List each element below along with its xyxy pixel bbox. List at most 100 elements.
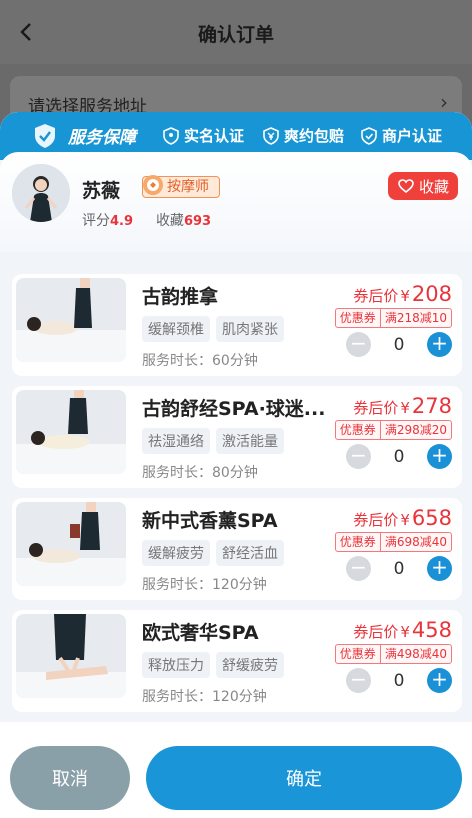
- badge-icon: [143, 175, 163, 195]
- rating-value: 4.9: [110, 214, 134, 229]
- service-duration: 服务时长：120分钟: [142, 689, 267, 705]
- service-image: [16, 390, 126, 474]
- favorites-value: 693: [183, 214, 212, 229]
- price: 券后价 ¥ 278: [353, 394, 452, 418]
- service-tags: 祛湿通络 激活能量: [142, 428, 284, 454]
- service-tag: 舒缓疲劳: [216, 652, 284, 678]
- quantity-value: 0: [393, 334, 405, 355]
- price-label: 券后价: [353, 399, 399, 417]
- plus-button[interactable]: +: [427, 444, 452, 469]
- service-name: 新中式香薰SPA: [142, 510, 278, 532]
- coupon-label: 优惠券: [339, 647, 376, 661]
- service-image: [16, 278, 126, 362]
- favorite-button[interactable]: 收藏: [388, 172, 458, 200]
- coupon-rule: 满698减40: [379, 533, 451, 551]
- page-title: 确认订单: [197, 24, 274, 46]
- service-name: 古韵推拿: [142, 286, 219, 308]
- shield-yen-icon: [263, 126, 279, 145]
- service-tags: 缓解疲劳 舒经活血: [142, 540, 284, 566]
- price-value: 658: [411, 506, 452, 530]
- guarantee-label: 爽约包赔: [284, 127, 345, 145]
- therapist-card: 苏薇 按摩师 评分4.9 收藏693 收藏: [0, 152, 472, 252]
- guarantee-item-compensation: 爽约包赔: [262, 125, 344, 146]
- therapist-stats: 评分4.9 收藏693: [82, 210, 211, 230]
- guarantee-label: 实名认证: [184, 127, 245, 145]
- service-card[interactable]: 古韵推拿 缓解颈椎 肌肉紧张 服务时长：60分钟 券后价 ¥ 208 优惠券 满…: [12, 274, 462, 376]
- quantity-value: 0: [393, 670, 405, 691]
- currency-symbol: ¥: [400, 287, 410, 305]
- service-image: [16, 502, 126, 586]
- service-sheet: 服务保障 实名认证 爽约包赔 商户认证 苏薇 按摩师 评分4.9 收藏693 收…: [0, 112, 472, 818]
- coupon-badge: 优惠券 满298减20: [334, 420, 452, 440]
- guarantee-label: 商户认证: [382, 127, 443, 145]
- minus-button[interactable]: −: [346, 332, 371, 357]
- service-name: 古韵舒经SPA·球迷...: [142, 398, 326, 420]
- guarantee-item-merchant: 商户认证: [360, 125, 442, 146]
- price: 券后价 ¥ 208: [353, 282, 452, 306]
- service-tags: 缓解颈椎 肌肉紧张: [142, 316, 284, 342]
- service-duration: 服务时长：60分钟: [142, 353, 258, 369]
- coupon-rule: 满298减20: [379, 421, 451, 439]
- minus-button[interactable]: −: [346, 668, 371, 693]
- coupon-label: 优惠券: [339, 535, 376, 549]
- minus-button[interactable]: −: [346, 444, 371, 469]
- minus-button[interactable]: −: [346, 556, 371, 581]
- price-value: 208: [411, 282, 452, 306]
- avatar: [12, 164, 70, 222]
- service-tag: 激活能量: [216, 428, 284, 454]
- guarantee-item-realname: 实名认证: [162, 125, 244, 146]
- currency-symbol: ¥: [400, 399, 410, 417]
- quantity-stepper: − 0 +: [346, 444, 452, 469]
- service-tags: 释放压力 舒缓疲劳: [142, 652, 284, 678]
- service-tag: 缓解颈椎: [142, 316, 210, 342]
- quantity-stepper: − 0 +: [346, 668, 452, 693]
- service-card[interactable]: 新中式香薰SPA 缓解疲劳 舒经活血 服务时长：120分钟 券后价 ¥ 658 …: [12, 498, 462, 600]
- service-tag: 肌肉紧张: [216, 316, 284, 342]
- shield-badge-icon: [35, 124, 55, 148]
- service-list: 古韵推拿 缓解颈椎 肌肉紧张 服务时长：60分钟 券后价 ¥ 208 优惠券 满…: [12, 274, 462, 722]
- price-value: 458: [411, 618, 452, 642]
- plus-button[interactable]: +: [427, 556, 452, 581]
- quantity-value: 0: [393, 558, 405, 579]
- service-card[interactable]: 古韵舒经SPA·球迷... 祛湿通络 激活能量 服务时长：80分钟 券后价 ¥ …: [12, 386, 462, 488]
- cancel-button[interactable]: 取消: [10, 746, 130, 810]
- action-footer: 取消 确定: [0, 722, 472, 818]
- service-name: 欧式奢华SPA: [142, 622, 259, 644]
- price-label: 券后价: [353, 287, 399, 305]
- plus-button[interactable]: +: [427, 332, 452, 357]
- coupon-badge: 优惠券 满698减40: [334, 532, 452, 552]
- service-tag: 释放压力: [142, 652, 210, 678]
- chevron-right-icon: ›: [440, 90, 448, 114]
- background-header: 确认订单: [0, 0, 472, 64]
- price-label: 券后价: [353, 511, 399, 529]
- price-label: 券后价: [353, 623, 399, 641]
- service-tag: 缓解疲劳: [142, 540, 210, 566]
- currency-symbol: ¥: [400, 623, 410, 641]
- service-tag: 舒经活血: [216, 540, 284, 566]
- shield-check-icon: [361, 126, 377, 145]
- coupon-rule: 满218减10: [379, 309, 451, 327]
- role-label: 按摩师: [167, 179, 209, 195]
- confirm-button[interactable]: 确定: [146, 746, 462, 810]
- quantity-value: 0: [393, 446, 405, 467]
- coupon-badge: 优惠券 满218减10: [334, 308, 452, 328]
- coupon-rule: 满498减40: [379, 645, 451, 663]
- coupon-label: 优惠券: [339, 311, 376, 325]
- service-card[interactable]: 欧式奢华SPA 释放压力 舒缓疲劳 服务时长：120分钟 券后价 ¥ 458 优…: [12, 610, 462, 712]
- plus-button[interactable]: +: [427, 668, 452, 693]
- rating-label: 评分: [82, 213, 110, 229]
- shield-user-icon: [163, 126, 179, 145]
- price-value: 278: [411, 394, 452, 418]
- heart-icon: [398, 179, 414, 194]
- service-image: [16, 614, 126, 698]
- therapist-name: 苏薇: [82, 180, 121, 202]
- quantity-stepper: − 0 +: [346, 556, 452, 581]
- quantity-stepper: − 0 +: [346, 332, 452, 357]
- favorite-label: 收藏: [418, 177, 449, 196]
- currency-symbol: ¥: [400, 511, 410, 529]
- favorites-label: 收藏: [155, 213, 184, 229]
- coupon-badge: 优惠券 满498减40: [334, 644, 452, 664]
- guarantee-title: 服务保障: [68, 128, 136, 148]
- coupon-label: 优惠券: [339, 423, 376, 437]
- service-duration: 服务时长：120分钟: [142, 577, 267, 593]
